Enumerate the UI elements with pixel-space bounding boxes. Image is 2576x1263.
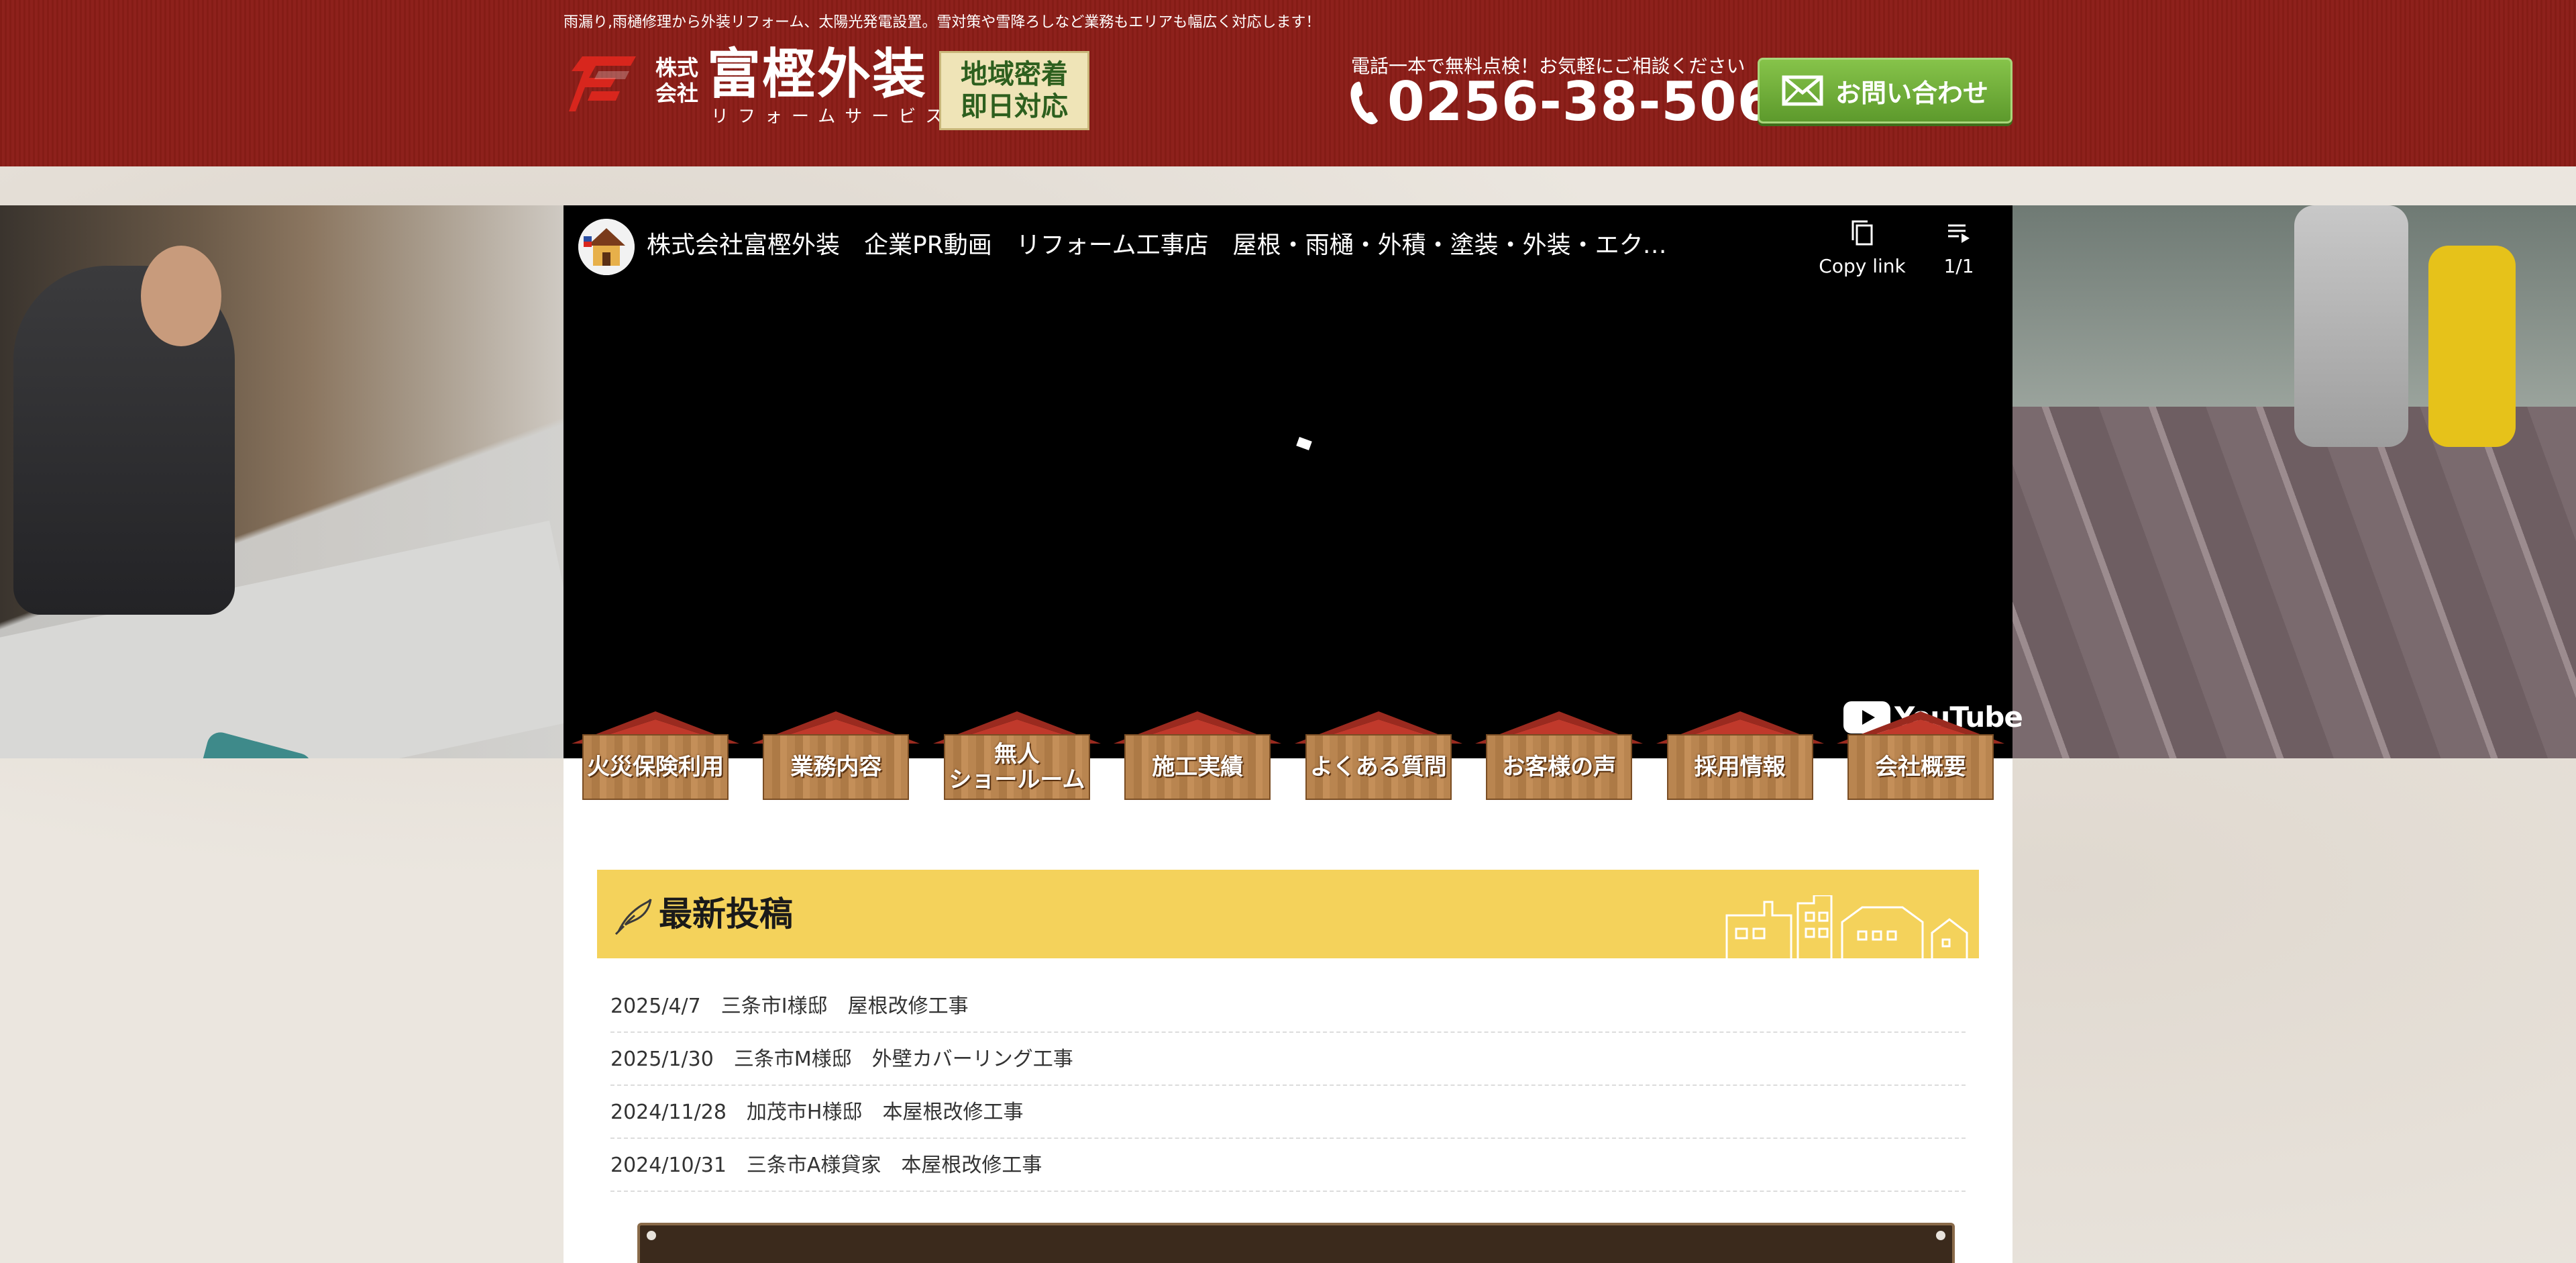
nav-recruit[interactable]: 採用情報 <box>1656 711 1824 805</box>
company-prefix: 株式会社 <box>655 55 698 106</box>
hero-roofer-1 <box>2294 205 2408 447</box>
nav-label: 火災保険利用 <box>587 754 724 780</box>
copy-link-label: Copy link <box>1819 255 1906 277</box>
nav-board: お客様の声 <box>1486 734 1633 800</box>
nav-board: よくある質問 <box>1305 734 1452 800</box>
news-list: 2025/4/7 三条市I様邸 屋根改修工事 2025/1/30 三条市M様邸 … <box>610 980 1966 1192</box>
main-nav: 火災保険利用 業務内容 無人 ショールーム 施工実績 よくある質問 お客様の声 … <box>564 711 2012 805</box>
contact-button[interactable]: お問い合わせ <box>1758 58 2012 123</box>
nav-label: 会社概要 <box>1874 754 1966 780</box>
nav-label-line-2: ショールーム <box>949 766 1085 793</box>
copy-icon <box>1851 220 1873 246</box>
nav-label: 業務内容 <box>790 754 882 780</box>
nav-services[interactable]: 業務内容 <box>752 711 920 805</box>
contact-button-label: お問い合わせ <box>1835 78 1988 108</box>
nav-board: 火災保険利用 <box>582 734 729 800</box>
main-content: 最新投稿 2025/4/7 三条市I様邸 屋根改修工事 2025/1/30 三条… <box>564 758 2012 1263</box>
nav-company[interactable]: 会社概要 <box>1836 711 2004 805</box>
nav-works[interactable]: 施工実績 <box>1114 711 1282 805</box>
copy-link-button[interactable]: Copy link <box>1809 219 1916 277</box>
site-header: 雨漏り,雨樋修理から外装リフォーム、太陽光発電設置。雪対策や雪降ろしなど業務もエ… <box>0 0 2576 166</box>
company-logo-icon[interactable] <box>569 51 639 115</box>
banner-rivet <box>647 1231 656 1240</box>
nav-testimonials[interactable]: お客様の声 <box>1475 711 1644 805</box>
bottom-banner <box>637 1223 1955 1263</box>
nav-board: 業務内容 <box>763 734 910 800</box>
news-section-header: 最新投稿 <box>597 870 1979 958</box>
company-name[interactable]: 富樫外装 <box>707 44 927 105</box>
houses-decoration-icon <box>1725 895 1968 958</box>
nav-faq[interactable]: よくある質問 <box>1294 711 1462 805</box>
phone-icon <box>1350 81 1378 125</box>
phone-link[interactable]: 0256-38-5062 <box>1348 74 1813 130</box>
nav-label: よくある質問 <box>1309 754 1447 780</box>
nav-board: 施工実績 <box>1124 734 1271 800</box>
news-item[interactable]: 2025/4/7 三条市I様邸 屋根改修工事 <box>610 980 1966 1033</box>
nav-showroom[interactable]: 無人 ショールーム <box>932 711 1101 805</box>
news-item[interactable]: 2025/1/30 三条市M様邸 外壁カバーリング工事 <box>610 1033 1966 1086</box>
phone-number[interactable]: 0256-38-5062 <box>1387 74 1813 130</box>
playlist-icon <box>1948 224 1970 243</box>
hero-worker-head <box>141 246 221 346</box>
badge-line-2: 即日対応 <box>961 91 1068 122</box>
hero-photo-roof <box>2012 205 2576 758</box>
mail-icon <box>1782 75 1823 106</box>
nav-board: 採用情報 <box>1666 734 1813 800</box>
local-badge: 地域密着 即日対応 <box>939 51 1089 130</box>
nav-board: 会社概要 <box>1847 734 1994 800</box>
channel-avatar[interactable] <box>578 219 635 275</box>
banner-rivet <box>1936 1231 1945 1240</box>
nav-label-line-1: 無人 <box>994 741 1040 768</box>
feather-pen-icon <box>614 899 652 936</box>
news-item[interactable]: 2024/11/28 加茂市H様邸 本屋根改修工事 <box>610 1086 1966 1139</box>
nav-board: 無人 ショールーム <box>943 734 1090 800</box>
nav-label: 施工実績 <box>1152 754 1244 780</box>
news-item[interactable]: 2024/10/31 三条市A様貸家 本屋根改修工事 <box>610 1139 1966 1192</box>
badge-line-1: 地域密着 <box>961 59 1068 90</box>
news-section-title: 最新投稿 <box>659 895 793 933</box>
company-subtitle: リフォームサービス <box>711 107 953 127</box>
header-tagline: 雨漏り,雨樋修理から外装リフォーム、太陽光発電設置。雪対策や雪降ろしなど業務もエ… <box>564 14 1321 31</box>
playlist-count: 1/1 <box>1943 255 1974 277</box>
loading-spinner-icon <box>1296 437 1312 450</box>
nav-fire-insurance[interactable]: 火災保険利用 <box>572 711 739 805</box>
nav-label: お客様の声 <box>1502 754 1617 780</box>
video-title[interactable]: 株式会社富樫外装 企業PR動画 リフォーム工事店 屋根・雨樋・外積・塗装・外装・… <box>647 228 1686 263</box>
playlist-button[interactable]: 1/1 <box>1925 219 1992 277</box>
channel-avatar-icon <box>578 219 635 275</box>
nav-label: 採用情報 <box>1694 754 1786 780</box>
hero-roofer-2 <box>2428 246 2516 447</box>
youtube-player[interactable]: 株式会社富樫外装 企業PR動画 リフォーム工事店 屋根・雨樋・外積・塗装・外装・… <box>564 205 2023 758</box>
hero-photo-carpenter <box>0 205 564 758</box>
